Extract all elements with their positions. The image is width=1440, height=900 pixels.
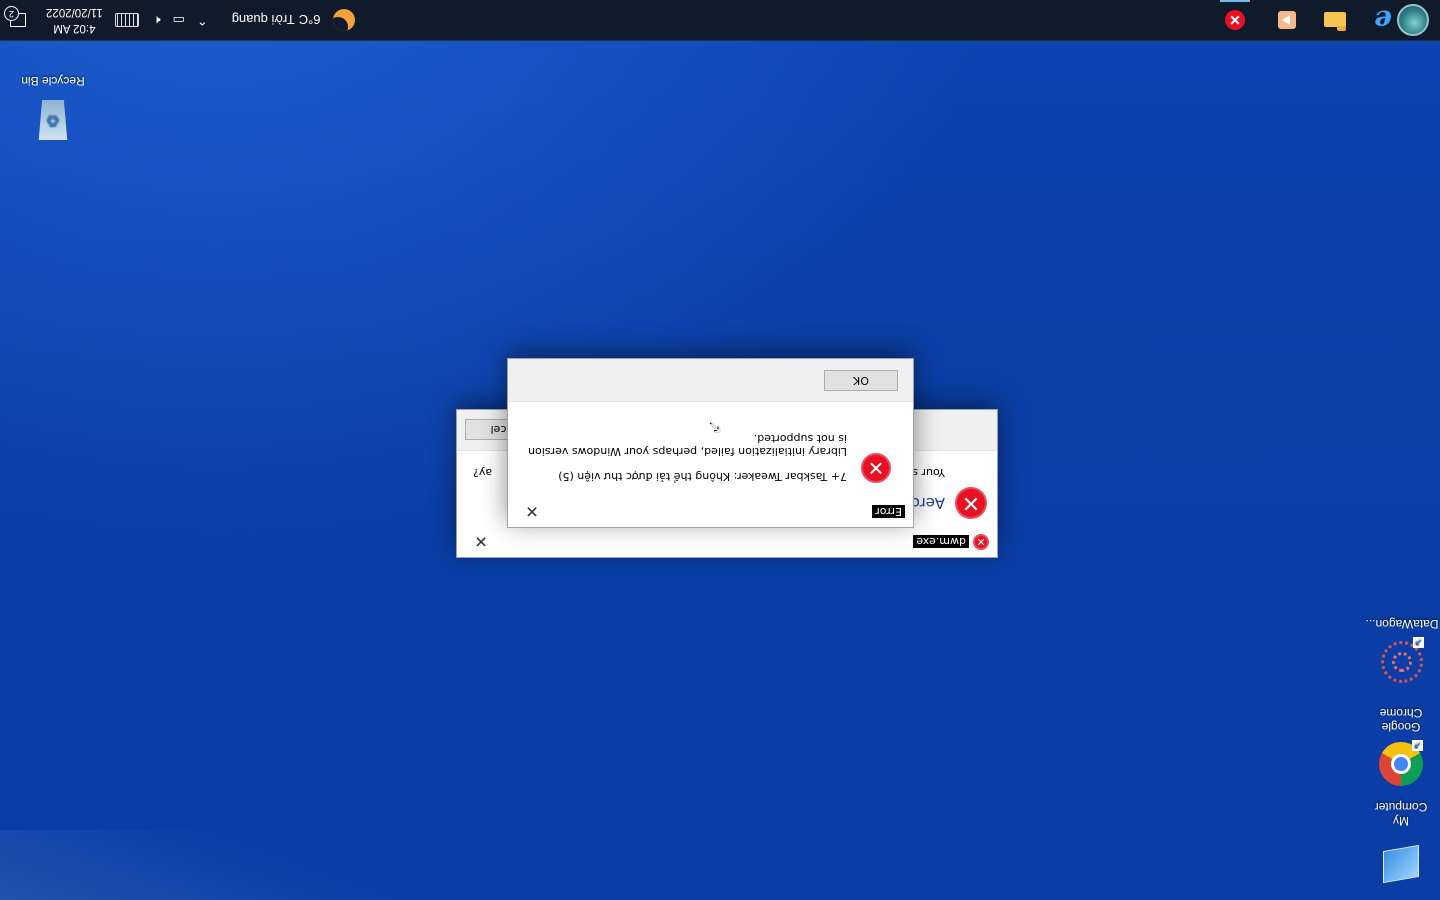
desktop-icon-recycle-bin[interactable]: Recycle Bin xyxy=(18,74,88,144)
dwm-dialog-question: ay? xyxy=(473,466,493,479)
desktop-icon-google-chrome[interactable]: ↗ Google Chrome xyxy=(1366,706,1436,788)
recycle-bin-icon xyxy=(29,92,77,140)
shortcut-arrow-icon: ↗ xyxy=(1413,637,1424,648)
error-icon: ✕ xyxy=(955,487,987,519)
chrome-icon: ↗ xyxy=(1377,738,1425,786)
computer-icon xyxy=(1377,832,1425,884)
dwm-dialog-titlebar: ✕ dwm.exe ✕ xyxy=(457,527,997,557)
error-icon: ✕ xyxy=(973,534,989,550)
close-button[interactable]: ✕ xyxy=(514,497,550,527)
weather-widget[interactable]: 6°C Trời quang xyxy=(232,9,355,31)
dwm-dialog-heading: Aero xyxy=(910,494,945,512)
desktop-icon-label: Google Chrome xyxy=(1379,706,1423,734)
weather-condition: Trời quang xyxy=(231,12,295,28)
error-icon: ✕ xyxy=(861,453,891,483)
mouse-cursor-icon: ↖ xyxy=(708,419,722,436)
close-button[interactable]: ✕ xyxy=(463,527,499,557)
taskbar-internet-explorer[interactable]: e xyxy=(1360,0,1406,40)
error-icon: ✕ xyxy=(1225,10,1245,30)
taskbar-error-app[interactable]: ✕ xyxy=(1212,0,1258,40)
notification-badge: 2 xyxy=(4,6,19,21)
clock-date: 11/20/2022 xyxy=(46,6,103,18)
datawagon-icon: ↗ xyxy=(1378,635,1426,683)
chevron-up-icon[interactable]: ⌃ xyxy=(197,12,208,28)
close-icon: ✕ xyxy=(474,532,488,552)
close-icon: ✕ xyxy=(525,502,539,522)
clock-time: 4:02 AM xyxy=(53,22,96,34)
keyboard-icon[interactable] xyxy=(114,13,139,27)
notification-center-button[interactable]: 2 xyxy=(0,0,36,40)
error-dialog-titlebar: Error ✕ xyxy=(508,497,913,527)
error-dialog-footer: OK xyxy=(508,359,913,402)
taskbar-file-explorer[interactable] xyxy=(1312,0,1358,40)
error-message-line-1: 7+ Taskbar Tweaker: Không thể tải được t… xyxy=(558,470,847,483)
file-explorer-icon xyxy=(1324,12,1346,28)
error-dialog-title: Error xyxy=(872,505,905,519)
dwm-dialog-body: Your s xyxy=(912,466,945,479)
error-message: 7+ Taskbar Tweaker: Không thể tải được t… xyxy=(527,420,847,483)
taskbar-media-player[interactable] xyxy=(1264,0,1310,40)
dwm-dialog-header: ✕ Aero xyxy=(911,487,987,519)
clock[interactable]: 4:02 AM 11/20/2022 xyxy=(46,4,103,36)
dwm-dialog-title: dwm.exe xyxy=(913,535,969,549)
active-indicator xyxy=(1220,0,1250,2)
weather-temp: 6°C xyxy=(298,12,321,28)
desktop-icon-label: DataWagon... xyxy=(1365,617,1439,631)
desktop-icon-label: My Computer xyxy=(1374,800,1428,828)
desktop-icon-label: Recycle Bin xyxy=(21,74,85,88)
error-message-line-2: Library initialization failed, perhaps y… xyxy=(528,432,847,458)
ok-button[interactable]: OK xyxy=(824,370,898,391)
shortcut-arrow-icon: ↗ xyxy=(1412,740,1423,751)
system-tray: 6°C Trời quang ⌃ ▭ 🔈︎ 4:02 AM 11/20/2022… xyxy=(0,0,355,40)
desktop-icon-my-computer[interactable]: My Computer xyxy=(1366,800,1436,888)
error-dialog: Error ✕ ✕ 7+ Taskbar Tweaker: Không thể … xyxy=(507,358,914,528)
taskbar: e ✕ 6°C Trời quang ⌃ ▭ 🔈︎ 4:02 AM 11/20/… xyxy=(0,0,1440,41)
media-icon xyxy=(1278,11,1296,29)
desktop-icon-datawagon[interactable]: ↗ DataWagon... xyxy=(1364,617,1440,686)
internet-explorer-icon: e xyxy=(1374,4,1392,37)
volume-icon[interactable]: 🔈︎ xyxy=(153,12,161,28)
moon-icon xyxy=(332,9,355,31)
network-icon[interactable]: ▭ xyxy=(173,12,185,28)
desktop-screen: My Computer ↗ Google Chrome ↗ DataWagon.… xyxy=(0,0,1440,900)
wallpaper-streak xyxy=(0,830,500,900)
